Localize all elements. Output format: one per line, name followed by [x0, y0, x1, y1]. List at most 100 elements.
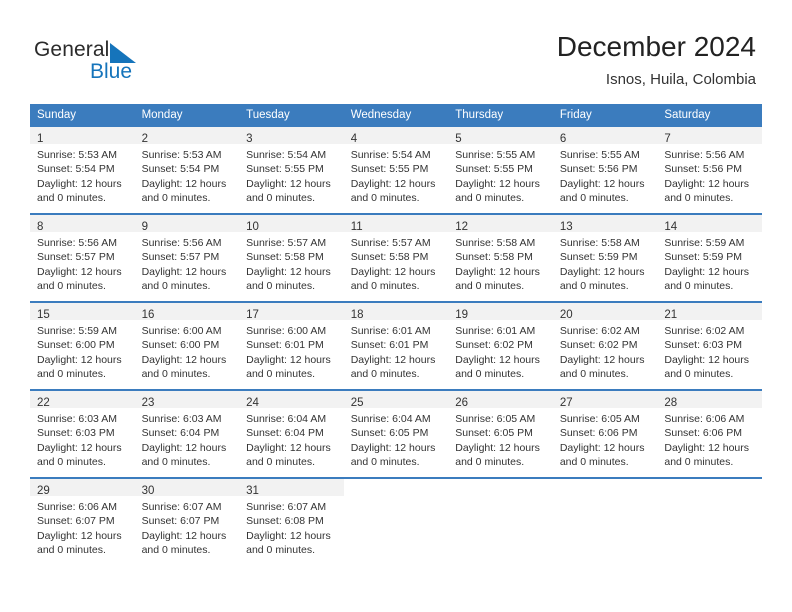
calendar-day-cell[interactable]: 24 Sunrise: 6:04 AM Sunset: 6:04 PM Dayligh…: [239, 389, 344, 478]
sunrise-text: Sunrise: 5:55 AM: [455, 149, 536, 161]
calendar-day-cell[interactable]: 30 Sunrise: 6:07 AM Sunset: 6:07 PM Dayligh…: [134, 477, 240, 566]
calendar-day-cell[interactable]: 5 Sunrise: 5:55 AM Sunset: 5:55 PM Daylight…: [448, 125, 553, 214]
sunset-text: Sunset: 6:04 PM: [141, 427, 220, 440]
sunrise-text: Sunrise: 5:59 AM: [664, 237, 745, 249]
calendar-day-cell[interactable]: 22 Sunrise: 6:03 AM Sunset: 6:03 PM Dayligh…: [30, 389, 135, 478]
day-number-band: 20: [552, 303, 658, 321]
daylight-text-line2: and 0 minutes.: [246, 192, 316, 205]
sunset-text: Sunset: 5:59 PM: [559, 251, 638, 264]
sunrise-text: Sunrise: 6:04 AM: [350, 413, 431, 425]
sunset-text: Sunset: 6:04 PM: [246, 427, 324, 440]
calendar-grid: Sunday Monday Tuesday Wednesday Thursday…: [30, 104, 762, 566]
calendar-day-cell[interactable]: 8 Sunrise: 5:56 AM Sunset: 5:57 PM Daylight…: [30, 213, 135, 302]
day-details: Sunrise: 6:04 AM Sunset: 6:05 PM Daylight:…: [344, 408, 449, 470]
daylight-text-line2: and 0 minutes.: [455, 368, 525, 381]
calendar-day-cell[interactable]: 10 Sunrise: 5:57 AM Sunset: 5:58 PM Dayligh…: [239, 213, 344, 302]
calendar-day-cell[interactable]: 23 Sunrise: 6:03 AM Sunset: 6:04 PM Dayligh…: [134, 389, 240, 478]
sunset-text: Sunset: 6:06 PM: [664, 427, 743, 440]
calendar-week-row: 22 Sunrise: 6:03 AM Sunset: 6:03 PM Dayligh…: [30, 389, 762, 478]
daylight-text-line2: and 0 minutes.: [664, 368, 734, 381]
sunrise-text: Sunrise: 5:56 AM: [141, 237, 222, 249]
calendar-day-cell[interactable]: 25 Sunrise: 6:04 AM Sunset: 6:05 PM Dayligh…: [343, 389, 449, 478]
sunrise-text: Sunrise: 5:58 AM: [559, 237, 640, 249]
day-number-band: 8: [30, 215, 135, 233]
day-number: 1: [37, 133, 44, 145]
sunset-text: Sunset: 5:58 PM: [246, 251, 324, 264]
day-number: 21: [664, 309, 678, 321]
calendar-day-cell[interactable]: 9 Sunrise: 5:56 AM Sunset: 5:57 PM Daylight…: [134, 213, 240, 302]
day-details: Sunrise: 5:58 AM Sunset: 5:59 PM Daylight:…: [553, 232, 658, 294]
day-number: 14: [664, 221, 678, 233]
sunrise-text: Sunrise: 6:01 AM: [350, 325, 431, 337]
general-blue-logo[interactable]: General Blue: [34, 38, 264, 90]
calendar-day-cell[interactable]: 13 Sunrise: 5:58 AM Sunset: 5:59 PM Dayligh…: [552, 213, 658, 302]
sunset-text: Sunset: 6:05 PM: [350, 427, 429, 440]
sunset-text: Sunset: 6:07 PM: [37, 515, 115, 528]
daylight-text-line2: and 0 minutes.: [455, 192, 525, 205]
day-number-band: 12: [448, 215, 553, 233]
day-details: Sunrise: 6:04 AM Sunset: 6:04 PM Daylight:…: [239, 408, 344, 470]
daylight-text-line2: and 0 minutes.: [559, 368, 629, 381]
calendar-day-cell[interactable]: 28 Sunrise: 6:06 AM Sunset: 6:06 PM Dayligh…: [657, 389, 762, 478]
calendar-day-cell[interactable]: 27 Sunrise: 6:05 AM Sunset: 6:06 PM Dayligh…: [552, 389, 658, 478]
calendar-day-cell[interactable]: 16 Sunrise: 6:00 AM Sunset: 6:00 PM Dayligh…: [134, 301, 240, 390]
sunrise-text: Sunrise: 5:55 AM: [559, 149, 640, 161]
day-details: Sunrise: 5:55 AM Sunset: 5:56 PM Daylight:…: [553, 144, 658, 206]
calendar-day-cell[interactable]: 21 Sunrise: 6:02 AM Sunset: 6:03 PM Dayligh…: [657, 301, 762, 390]
calendar-day-cell[interactable]: 7 Sunrise: 5:56 AM Sunset: 5:56 PM Daylight…: [657, 125, 762, 214]
day-number: 19: [455, 309, 469, 321]
calendar-day-cell[interactable]: 26 Sunrise: 6:05 AM Sunset: 6:05 PM Dayligh…: [448, 389, 553, 478]
calendar-day-cell[interactable]: 4 Sunrise: 5:54 AM Sunset: 5:55 PM Daylight…: [343, 125, 449, 214]
calendar-day-cell[interactable]: 20 Sunrise: 6:02 AM Sunset: 6:02 PM Dayligh…: [552, 301, 658, 390]
day-number-band: 23: [134, 391, 240, 409]
calendar-day-cell[interactable]: 29 Sunrise: 6:06 AM Sunset: 6:07 PM Dayligh…: [30, 477, 135, 566]
daylight-text-line1: Daylight: 12 hours: [664, 441, 750, 454]
weekday-header-monday: Monday: [134, 104, 240, 126]
day-number-band: 7: [657, 127, 762, 145]
calendar-day-cell[interactable]: 15 Sunrise: 5:59 AM Sunset: 6:00 PM Dayligh…: [30, 301, 135, 390]
logo-general-text: General: [34, 38, 110, 61]
calendar-day-cell[interactable]: 12 Sunrise: 5:58 AM Sunset: 5:58 PM Dayligh…: [448, 213, 553, 302]
sunrise-text: Sunrise: 6:07 AM: [141, 501, 222, 513]
sunset-text: Sunset: 6:00 PM: [37, 339, 115, 352]
calendar-day-cell[interactable]: 19 Sunrise: 6:01 AM Sunset: 6:02 PM Dayligh…: [448, 301, 553, 390]
calendar-day-cell[interactable]: 3 Sunrise: 5:54 AM Sunset: 5:55 PM Daylight…: [239, 125, 344, 214]
day-details: Sunrise: 5:53 AM Sunset: 5:54 PM Daylight:…: [135, 144, 240, 206]
calendar-empty-cell: [657, 477, 762, 566]
day-details: Sunrise: 6:07 AM Sunset: 6:07 PM Daylight:…: [135, 496, 240, 558]
calendar-week-row: 29 Sunrise: 6:06 AM Sunset: 6:07 PM Dayligh…: [30, 477, 762, 566]
calendar-day-cell[interactable]: 6 Sunrise: 5:55 AM Sunset: 5:56 PM Daylight…: [552, 125, 658, 214]
daylight-text-line1: Daylight: 12 hours: [559, 265, 645, 278]
calendar-day-cell[interactable]: 1 Sunrise: 5:53 AM Sunset: 5:54 PM Daylight…: [30, 125, 135, 214]
daylight-text-line1: Daylight: 12 hours: [350, 353, 436, 366]
weekday-header-row: Sunday Monday Tuesday Wednesday Thursday…: [30, 104, 762, 126]
sunrise-text: Sunrise: 5:58 AM: [455, 237, 536, 249]
calendar-day-cell[interactable]: 2 Sunrise: 5:53 AM Sunset: 5:54 PM Daylight…: [134, 125, 240, 214]
sunset-text: Sunset: 5:56 PM: [664, 163, 743, 176]
day-number-band: 5: [448, 127, 553, 145]
sunrise-text: Sunrise: 6:01 AM: [455, 325, 536, 337]
sunrise-text: Sunrise: 5:54 AM: [350, 149, 431, 161]
day-details: Sunrise: 5:57 AM Sunset: 5:58 PM Daylight:…: [344, 232, 449, 294]
day-details: Sunrise: 6:02 AM Sunset: 6:03 PM Daylight:…: [657, 320, 762, 382]
daylight-text-line2: and 0 minutes.: [141, 544, 211, 557]
daylight-text-line2: and 0 minutes.: [350, 192, 420, 205]
day-details: Sunrise: 6:01 AM Sunset: 6:02 PM Daylight:…: [448, 320, 553, 382]
daylight-text-line1: Daylight: 12 hours: [455, 177, 540, 190]
calendar-day-cell[interactable]: 14 Sunrise: 5:59 AM Sunset: 5:59 PM Dayligh…: [657, 213, 762, 302]
sunrise-text: Sunrise: 5:54 AM: [246, 149, 327, 161]
calendar-day-cell[interactable]: 11 Sunrise: 5:57 AM Sunset: 5:58 PM Dayligh…: [343, 213, 449, 302]
day-number: 2: [141, 133, 148, 145]
calendar-day-cell[interactable]: 17 Sunrise: 6:00 AM Sunset: 6:01 PM Dayligh…: [239, 301, 344, 390]
daylight-text-line1: Daylight: 12 hours: [37, 441, 122, 454]
calendar-day-cell[interactable]: 18 Sunrise: 6:01 AM Sunset: 6:01 PM Dayligh…: [343, 301, 449, 390]
sunset-text: Sunset: 6:08 PM: [246, 515, 324, 528]
calendar-empty-cell: [343, 477, 449, 566]
day-details: Sunrise: 6:03 AM Sunset: 6:04 PM Daylight:…: [135, 408, 240, 470]
day-details: Sunrise: 5:54 AM Sunset: 5:55 PM Daylight:…: [239, 144, 344, 206]
calendar-day-cell[interactable]: 31 Sunrise: 6:07 AM Sunset: 6:08 PM Dayligh…: [239, 477, 344, 566]
daylight-text-line1: Daylight: 12 hours: [664, 265, 750, 278]
day-number-band: 29: [30, 479, 135, 497]
daylight-text-line2: and 0 minutes.: [37, 544, 106, 557]
day-details: Sunrise: 6:00 AM Sunset: 6:00 PM Daylight:…: [135, 320, 240, 382]
